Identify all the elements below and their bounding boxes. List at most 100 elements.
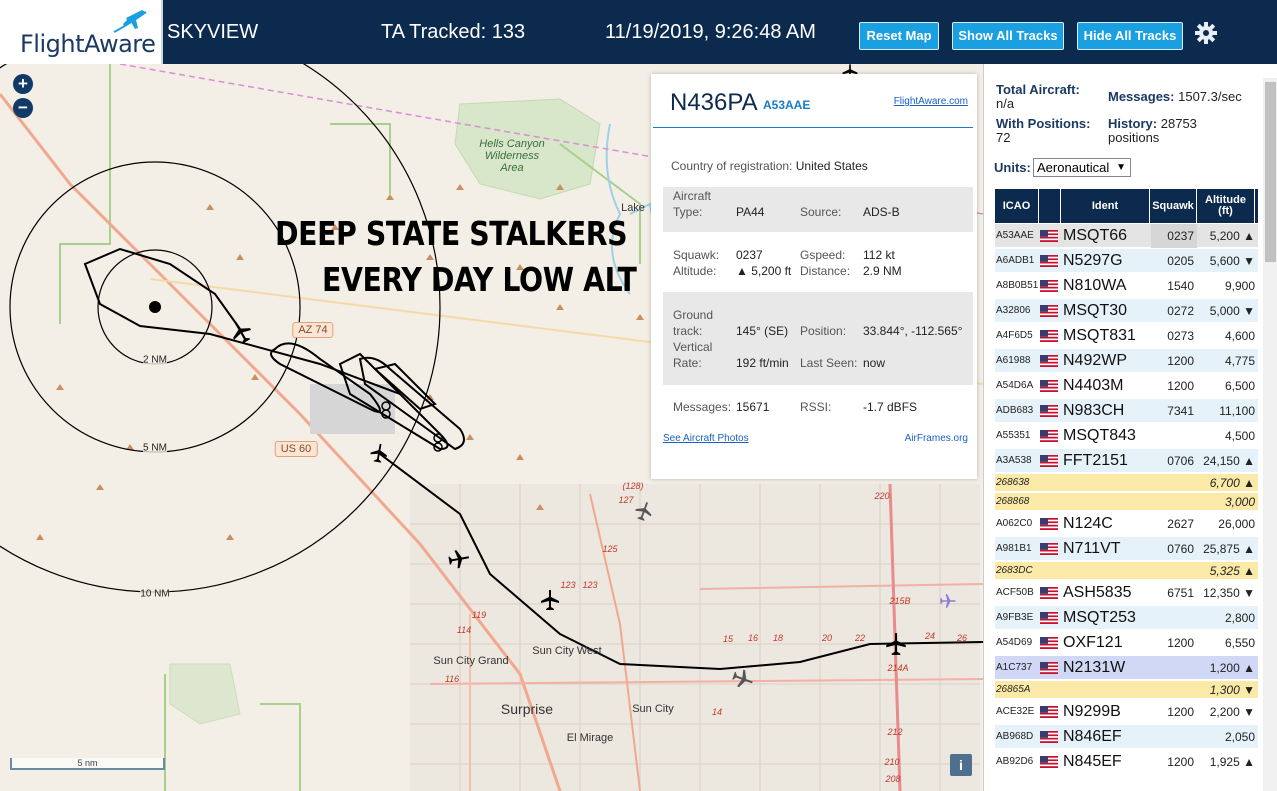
- road-number: 123: [582, 580, 598, 590]
- col-altitude[interactable]: Altitude (ft): [1197, 189, 1255, 223]
- aircraft-icon[interactable]: [228, 319, 254, 345]
- road-number: 24: [924, 631, 936, 641]
- table-row[interactable]: A1C737 N2131W 1,200 ▲: [995, 656, 1258, 680]
- place-label: Surprise: [500, 701, 554, 717]
- flightaware-link[interactable]: FlightAware.com: [894, 96, 968, 107]
- us-flag-icon: [1040, 542, 1058, 555]
- cell-squawk: 1200: [1167, 755, 1194, 769]
- cell-flag: [1040, 224, 1060, 248]
- cell-squawk: [1151, 725, 1197, 749]
- cell-altitude: 3,000: [1224, 495, 1255, 509]
- gear-icon[interactable]: [1194, 21, 1218, 45]
- squawk-value: 0237: [736, 248, 763, 262]
- table-row[interactable]: ADB683 N983CH 7341 11,100: [995, 399, 1258, 423]
- aircraft-icon[interactable]: [883, 631, 909, 657]
- cell-flag: [1040, 512, 1060, 536]
- aircraft-icon[interactable]: [368, 442, 390, 464]
- units-select[interactable]: Aeronautical ▼: [1033, 158, 1131, 177]
- cell-flag: [1040, 725, 1060, 749]
- aircraft-photos-link[interactable]: See Aircraft Photos: [663, 433, 749, 444]
- zoom-in-button[interactable]: +: [13, 74, 33, 94]
- messages-label: Messages:: [673, 400, 732, 414]
- table-row[interactable]: AB92D6 N845EF 1200 1,925 ▲: [995, 750, 1258, 769]
- table-scrollbar[interactable]: [1263, 78, 1277, 791]
- us-flag-icon: [1040, 279, 1058, 292]
- table-row[interactable]: A3A538 FFT2151 0706 24,150 ▲: [995, 449, 1258, 473]
- cell-squawk: 1540: [1167, 279, 1194, 293]
- table-row[interactable]: 26865A 1,300 ▼: [995, 681, 1258, 699]
- road-number: 116: [444, 674, 460, 684]
- cell-ident: N9299B: [1063, 703, 1121, 720]
- track-value: 145° (SE): [736, 324, 789, 338]
- cell-altitude: 9,900: [1224, 279, 1255, 293]
- table-row[interactable]: A54D6A N4403M 1200 6,500: [995, 374, 1258, 398]
- with-positions-value: 72: [996, 130, 1011, 145]
- cell-squawk: 0760: [1167, 542, 1194, 556]
- cell-squawk: [1151, 562, 1197, 580]
- table-row[interactable]: A8B0B51 N810WA 1540 9,900: [995, 274, 1258, 298]
- table-row[interactable]: A4F6D5 MSQT831 0273 4,600: [995, 324, 1258, 348]
- info-button[interactable]: i: [950, 754, 972, 776]
- aircraft-icon[interactable]: [538, 588, 562, 612]
- us-flag-icon: [1040, 404, 1058, 417]
- col-squawk[interactable]: Squawk: [1150, 189, 1197, 223]
- road-number: 125: [602, 544, 618, 554]
- table-row[interactable]: A32806 MSQT30 0272 5,000 ▼: [995, 299, 1258, 323]
- us-flag-icon: [1040, 611, 1058, 624]
- last-seen-label: Last Seen:: [800, 356, 858, 370]
- logo[interactable]: FlightAware: [0, 0, 163, 64]
- show-all-tracks-button[interactable]: Show All Tracks: [952, 22, 1064, 50]
- table-row[interactable]: A9FB3E MSQT253 2,800: [995, 606, 1258, 630]
- table-row[interactable]: ACF50B ASH5835 6751 12,350 ▼: [995, 581, 1258, 605]
- us-flag-icon: [1040, 755, 1058, 768]
- table-row[interactable]: A61988 N492WP 1200 4,775: [995, 349, 1258, 373]
- road-number: 215B: [889, 596, 911, 606]
- history-count: History: 28753: [1108, 116, 1197, 131]
- reset-map-button[interactable]: Reset Map: [859, 22, 939, 50]
- cell-squawk: [1151, 474, 1197, 492]
- airframes-link[interactable]: AirFrames.org: [905, 433, 968, 444]
- cell-ident: MSQT30: [1063, 302, 1128, 319]
- cell-altitude: 2,800: [1224, 611, 1255, 625]
- cell-ident: N5297G: [1063, 252, 1123, 269]
- aircraft-icon[interactable]: [447, 547, 471, 571]
- cell-flag: [1040, 750, 1060, 769]
- hide-all-tracks-button[interactable]: Hide All Tracks: [1077, 22, 1183, 50]
- cell-squawk: 1200: [1167, 705, 1194, 719]
- table-row[interactable]: A981B1 N711VT 0760 25,875 ▲: [995, 537, 1258, 561]
- zoom-out-button[interactable]: −: [13, 98, 33, 118]
- cell-flag: [1040, 274, 1060, 298]
- us-flag-icon: [1040, 730, 1058, 743]
- place-label: Area: [500, 162, 524, 174]
- cell-ident: N711VT: [1063, 540, 1121, 557]
- table-row[interactable]: 268638 6,700 ▲: [995, 474, 1258, 492]
- road-number: 114: [456, 625, 472, 635]
- aircraft-icon[interactable]: [731, 667, 755, 691]
- table-row[interactable]: 268868 3,000: [995, 493, 1258, 511]
- cell-icao: ADB683: [996, 405, 1034, 416]
- table-row[interactable]: A062C0 N124C 2627 26,000: [995, 512, 1258, 536]
- cell-squawk: [1151, 424, 1197, 448]
- table-row[interactable]: AB968D N846EF 2,050: [995, 725, 1258, 749]
- scrollbar-thumb[interactable]: [1265, 82, 1276, 262]
- cell-altitude: 2,200 ▼: [1209, 705, 1255, 719]
- cell-icao: A61988: [996, 355, 1031, 366]
- cell-flag: [1040, 449, 1060, 473]
- col-icao[interactable]: ICAO: [995, 189, 1039, 223]
- cell-flag: [1040, 493, 1060, 511]
- aircraft-icon[interactable]: [633, 500, 655, 522]
- aircraft-label: Aircraft: [673, 189, 712, 203]
- aircraft-table-header: ICAO Ident Squawk Altitude (ft): [995, 189, 1258, 223]
- last-seen-value: now: [863, 356, 886, 370]
- cell-ident: [1063, 474, 1151, 492]
- col-ident[interactable]: Ident: [1061, 189, 1150, 223]
- table-row[interactable]: 2683DC 5,325 ▲: [995, 562, 1258, 580]
- table-row[interactable]: A6ADB1 N5297G 0205 5,600 ▼: [995, 249, 1258, 273]
- table-row[interactable]: A55351 MSQT843 4,500: [995, 424, 1258, 448]
- cell-squawk: 1200: [1167, 636, 1194, 650]
- cell-flag: [1040, 631, 1060, 655]
- table-row[interactable]: A54D69 OXF121 1200 6,550: [995, 631, 1258, 655]
- table-row[interactable]: A53AAE MSQT66 0237 5,200 ▲: [995, 224, 1258, 248]
- table-row[interactable]: ACE32E N9299B 1200 2,200 ▼: [995, 700, 1258, 724]
- cell-squawk: 0706: [1167, 454, 1194, 468]
